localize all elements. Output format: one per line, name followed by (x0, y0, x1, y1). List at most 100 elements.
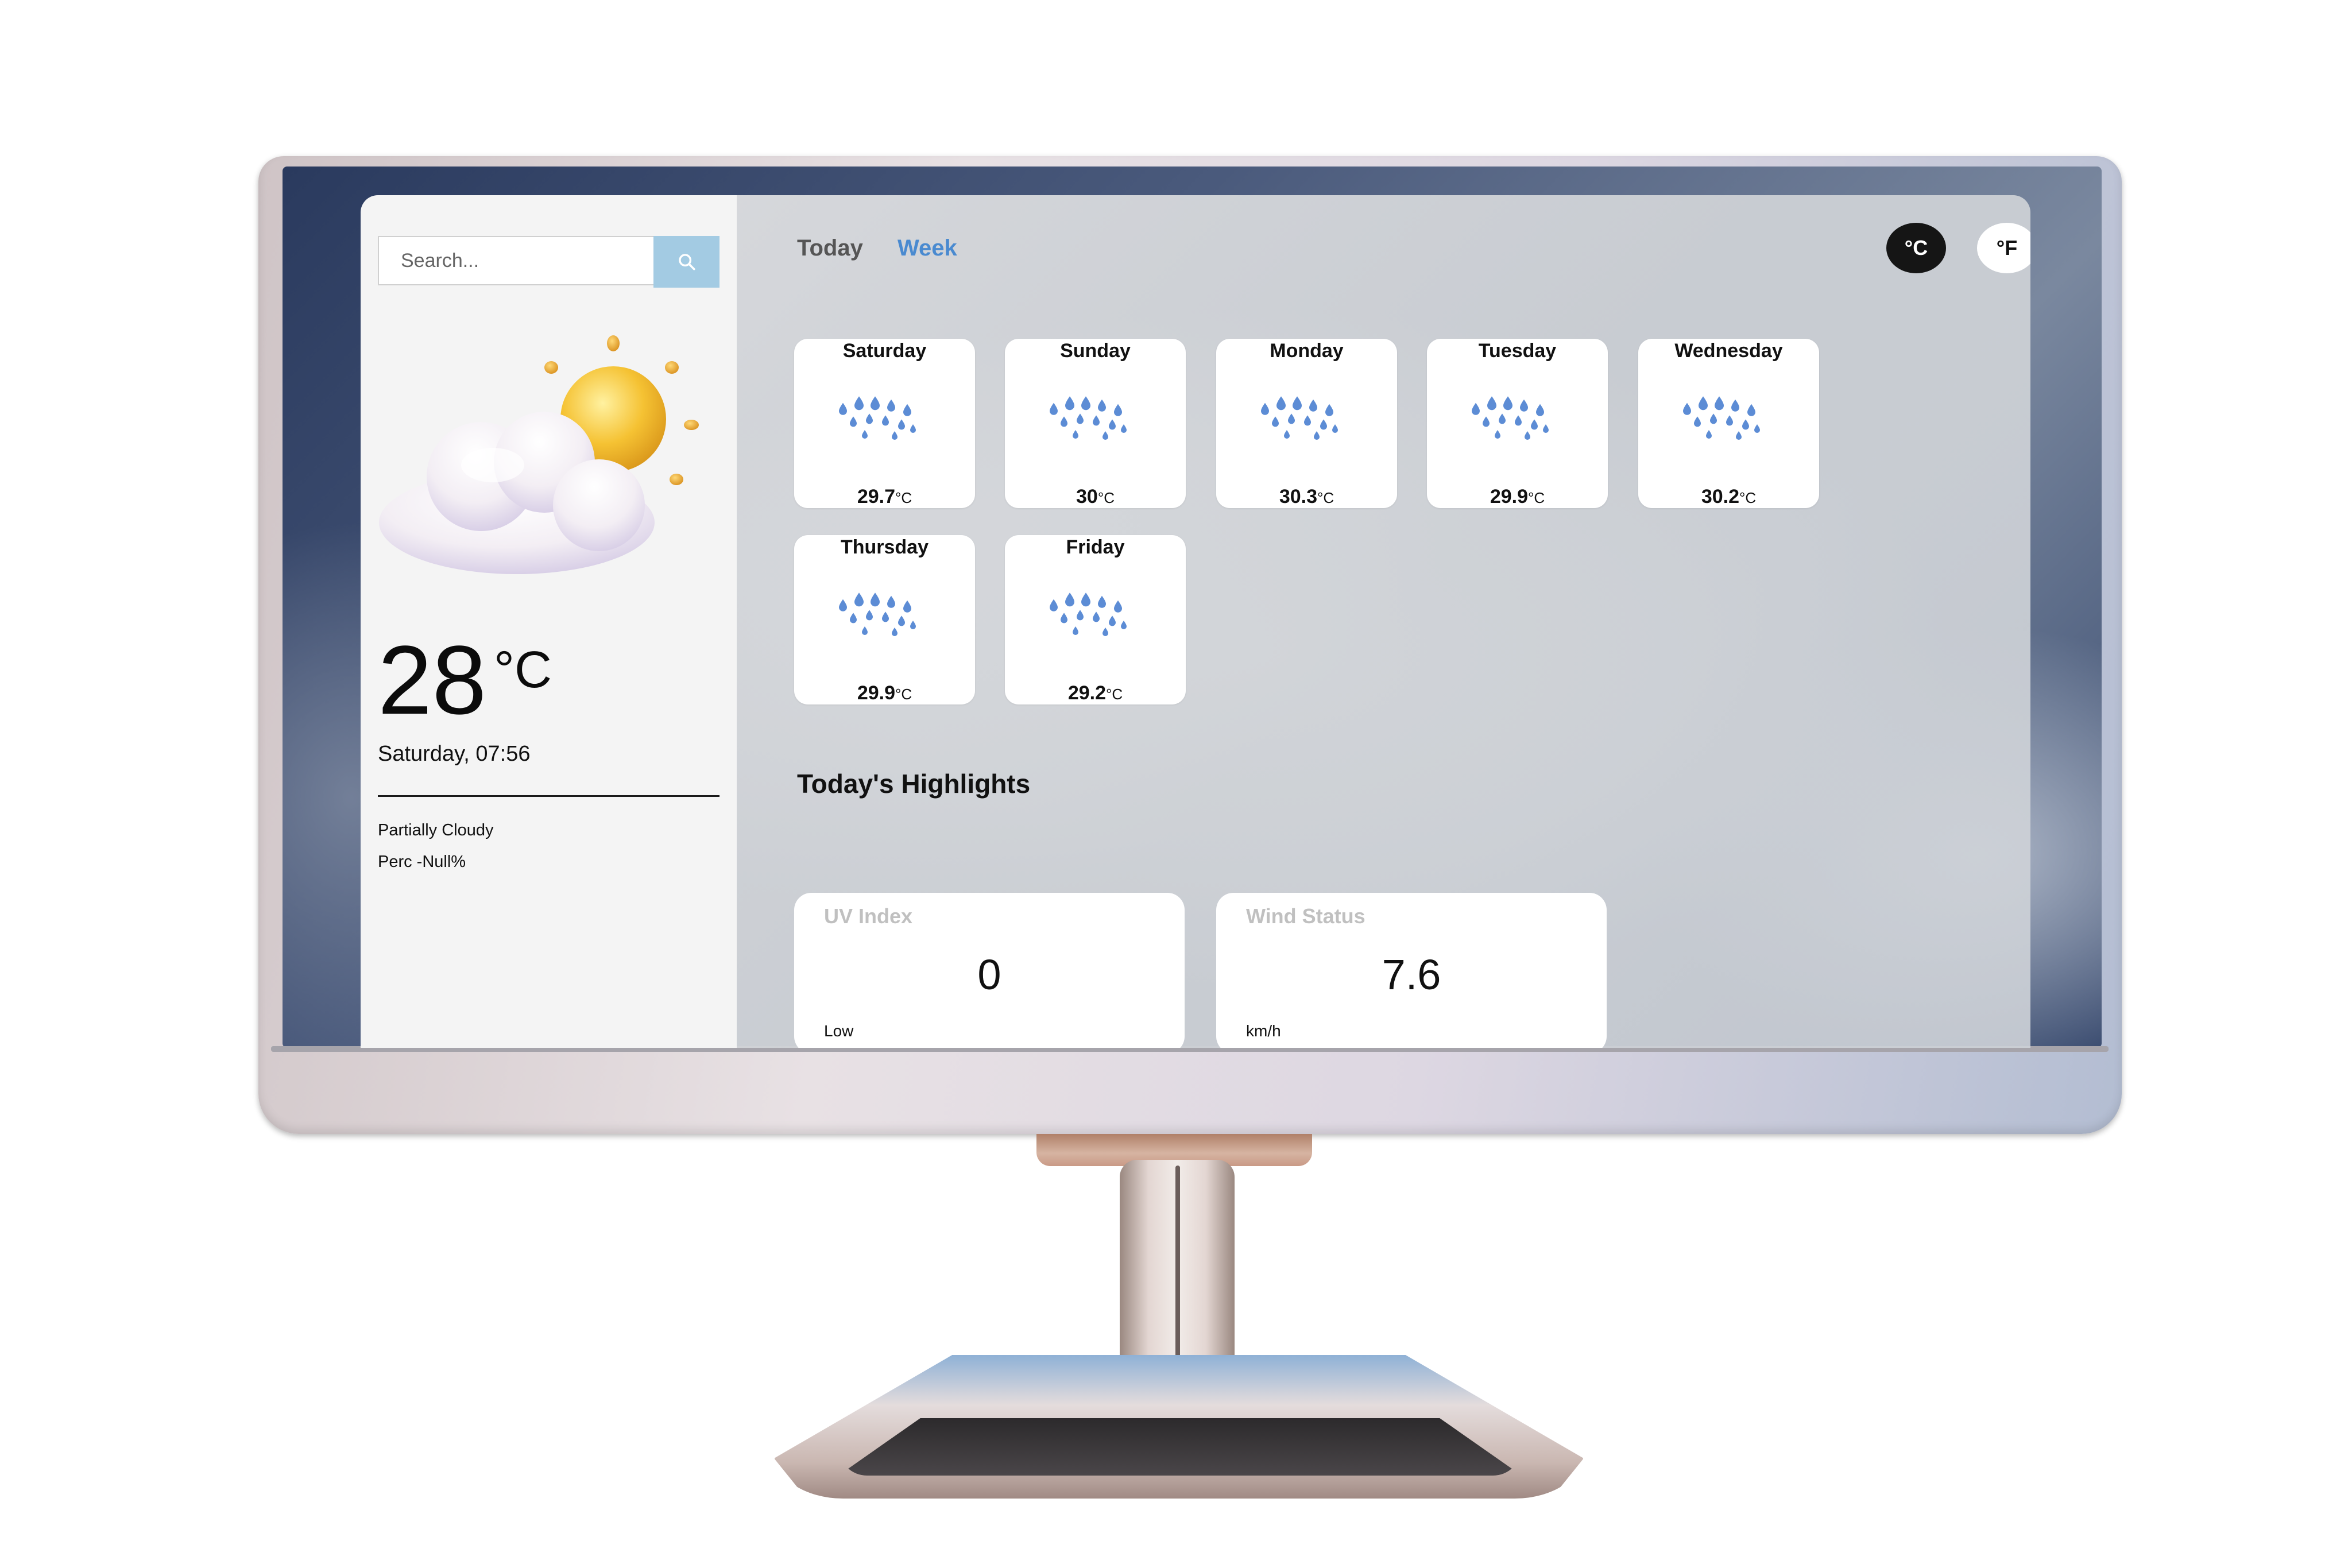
main-panel: Today Week °C °F Saturday 29.7°C Sunday … (737, 195, 2030, 1048)
rain-drop (1495, 430, 1500, 439)
rain-drop (839, 402, 847, 415)
search-input[interactable] (378, 236, 653, 285)
weather-app: 28 °C Saturday, 07:56 Partially Cloudy P… (361, 195, 2030, 1048)
rain-drop (1531, 419, 1538, 430)
rain-drop (839, 599, 847, 611)
rain-drop (882, 415, 889, 426)
sidebar: 28 °C Saturday, 07:56 Partially Cloudy P… (361, 195, 737, 1048)
rain-drop (1525, 431, 1530, 440)
rain-drop (1093, 611, 1100, 622)
uv-index-card: UV Index 0 Low (794, 893, 1185, 1048)
tab-today[interactable]: Today (797, 235, 863, 261)
precipitation: Perc -Null% (378, 853, 466, 871)
rain-drop (1098, 399, 1106, 412)
rain-drop (1093, 415, 1100, 426)
rain-drop (871, 593, 880, 607)
rain-drop (850, 416, 857, 427)
forecast-card: Wednesday 30.2°C (1638, 339, 1819, 508)
highlights-title: Today's Highlights (797, 769, 1031, 799)
rain-drop (1325, 404, 1333, 416)
rain-drop (1050, 599, 1058, 611)
rain-drop (866, 610, 873, 621)
rain-icon (1050, 396, 1127, 440)
rain-drop (1061, 416, 1067, 427)
rain-drop (866, 413, 873, 424)
forecast-temp: 29.9°C (857, 682, 912, 704)
rain-drop (1320, 419, 1327, 430)
rain-drop (1272, 416, 1279, 427)
rain-drop (898, 419, 905, 430)
rain-drop (898, 615, 905, 626)
fahrenheit-button[interactable]: °F (1977, 223, 2030, 273)
rain-drop (1536, 404, 1544, 416)
rain-drop (1736, 431, 1742, 440)
rain-drop (892, 431, 898, 440)
rain-drop (1747, 404, 1755, 416)
forecast-day: Tuesday (1478, 340, 1557, 362)
weather-condition: Partially Cloudy (378, 821, 494, 839)
search-button[interactable] (653, 236, 719, 288)
rain-drop (1102, 431, 1108, 440)
rain-drop (1754, 424, 1760, 433)
search-box (378, 236, 719, 288)
wind-status-value: 7.6 (1382, 951, 1441, 998)
forecast-temp: 30.3°C (1279, 486, 1334, 508)
rain-icon (839, 396, 916, 440)
rain-drop (1073, 626, 1078, 635)
rain-drop (903, 600, 911, 613)
forecast-day: Friday (1066, 536, 1125, 558)
rain-drop (1276, 396, 1286, 411)
sidebar-divider (378, 795, 719, 797)
rain-drop (1284, 430, 1290, 439)
forecast-day: Sunday (1060, 340, 1131, 362)
rain-drop (887, 595, 895, 608)
uv-index-level: Low (824, 1022, 854, 1040)
rain-drop (1543, 424, 1549, 433)
tab-week[interactable]: Week (898, 235, 957, 261)
forecast-temp: 29.9°C (1490, 486, 1545, 508)
current-datetime: Saturday, 07:56 (378, 742, 531, 766)
forecast-card: Monday 30.3°C (1216, 339, 1397, 508)
rain-drop (862, 626, 868, 635)
partly-cloudy-icon (378, 333, 717, 591)
forecast-day: Saturday (842, 340, 927, 362)
rain-drop (1472, 402, 1480, 415)
rain-icon (839, 593, 916, 636)
rain-drop (1487, 396, 1496, 411)
wind-status-label: Wind Status (1246, 904, 1365, 928)
rain-drop (1081, 593, 1090, 607)
forecast-day: Monday (1270, 340, 1344, 362)
uv-index-label: UV Index (824, 904, 913, 928)
rain-drop (1293, 396, 1302, 411)
rain-drop (1304, 415, 1311, 426)
monitor-stand-base-inner (838, 1418, 1522, 1476)
rain-drop (1742, 419, 1749, 430)
wind-status-card: Wind Status 7.6 km/h (1216, 893, 1607, 1048)
forecast-temp: 30.2°C (1701, 486, 1757, 508)
rain-icon (1261, 396, 1338, 440)
rain-drop (1077, 610, 1084, 621)
rain-drop (1102, 628, 1108, 636)
rain-drop (862, 430, 868, 439)
forecast-card: Friday 29.2°C (1005, 535, 1186, 704)
rain-drop (1109, 615, 1116, 626)
celsius-button[interactable]: °C (1886, 223, 1946, 273)
rain-drop (882, 611, 889, 622)
rain-drop (1699, 396, 1708, 411)
rain-drop (1332, 424, 1338, 433)
rain-drop (871, 396, 880, 411)
forecast-card: Sunday 30°C (1005, 339, 1186, 508)
rain-drop (1109, 419, 1116, 430)
rain-drop (1121, 621, 1127, 629)
rain-icon (1683, 396, 1760, 440)
uv-index-value: 0 (977, 951, 1001, 998)
rain-drop (1515, 415, 1522, 426)
rain-drop (1081, 396, 1090, 411)
rain-drop (1710, 413, 1717, 424)
rain-icon (1472, 396, 1549, 440)
rain-drop (1098, 595, 1106, 608)
rain-drop (892, 628, 898, 636)
forecast-day: Wednesday (1674, 340, 1783, 362)
rain-drop (910, 424, 916, 433)
rain-drop (1731, 399, 1739, 412)
